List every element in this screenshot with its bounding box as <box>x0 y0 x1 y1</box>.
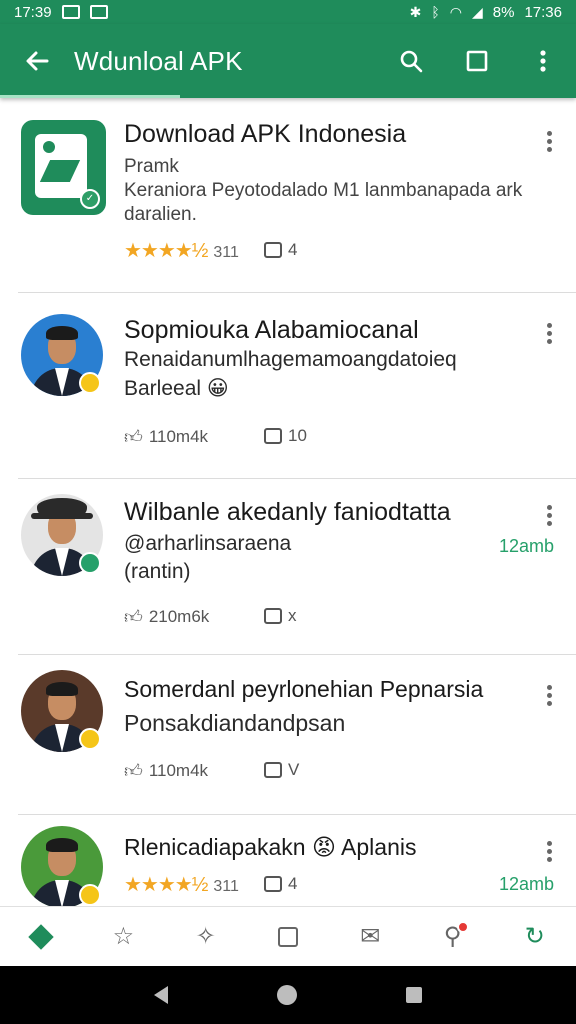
list-item[interactable]: Wilbanle akedanly faniodtatta @arharlins… <box>0 480 576 656</box>
star-rating-icon: ★★★★½ <box>124 874 208 896</box>
more-vert-icon[interactable] <box>542 128 556 155</box>
rating-stars: ★★★★½ 311 <box>124 238 239 263</box>
inbox-icon[interactable] <box>266 915 310 959</box>
share-icon <box>264 242 282 258</box>
item-title: Rlenicadiapakakn 😡 Aplanis <box>124 834 417 860</box>
like-count: 210m6k <box>148 607 210 626</box>
avatar[interactable] <box>21 494 103 576</box>
item-subtitle: Pramk <box>124 156 179 177</box>
status-time-left: 17:39 <box>14 3 52 21</box>
star-icon[interactable]: ☆ <box>101 915 145 959</box>
verified-badge-icon <box>79 372 101 394</box>
divider <box>18 654 576 655</box>
battery-level: 8% <box>492 3 515 21</box>
home-diamond-icon[interactable] <box>19 915 63 959</box>
more-vert-icon[interactable] <box>510 24 576 98</box>
avatar[interactable] <box>21 670 103 752</box>
item-title: Somerdanl peyrlonehian Pepnarsia <box>124 676 484 702</box>
rating-stars: ★★★★½ 311 <box>124 872 239 897</box>
item-time: 12amb <box>498 536 554 556</box>
wifi-icon: ◠ <box>449 3 462 20</box>
bluetooth-icon: ᛒ <box>431 4 440 20</box>
item-description: Ponsakdiandandpsan <box>124 710 346 736</box>
share-meta[interactable]: 4 <box>264 240 297 260</box>
share-count: 4 <box>288 874 298 893</box>
rating-count: 311 <box>213 244 239 261</box>
item-title: Sopmiouka Alabamiocanal <box>124 316 419 344</box>
divider <box>18 478 576 479</box>
avatar[interactable] <box>21 314 103 396</box>
square-icon[interactable] <box>444 24 510 98</box>
arrow-left-icon[interactable] <box>0 24 74 98</box>
more-vert-icon[interactable] <box>542 838 556 865</box>
more-vert-icon[interactable] <box>542 502 556 529</box>
list-item[interactable]: ✓ Download APK Indonesia Pramk Keraniora… <box>0 98 576 294</box>
item-description-2: daralien. <box>124 204 197 225</box>
thumb-up-icon: 👍︎ <box>124 607 143 627</box>
like-meta[interactable]: 👍︎ 110m4k <box>124 760 208 782</box>
share-icon <box>264 876 282 892</box>
comment-meta[interactable]: V <box>264 760 299 780</box>
refresh-icon[interactable]: ↻ <box>513 915 557 959</box>
comment-meta[interactable]: x <box>264 606 297 626</box>
notification-icon-2 <box>89 5 108 19</box>
star-rating-icon: ★★★★½ <box>124 240 208 262</box>
comment-count: x <box>288 606 297 625</box>
more-vert-icon[interactable] <box>542 320 556 347</box>
item-description: Renaidanumlhagemamoangdatoieq <box>124 348 457 371</box>
system-back-icon[interactable] <box>154 986 169 1004</box>
list-item[interactable]: Somerdanl peyrlonehian Pepnarsia Ponsakd… <box>0 656 576 816</box>
comment-icon <box>264 762 282 778</box>
item-description-2: Barleeal 😀 <box>124 377 229 400</box>
rating-count: 311 <box>213 878 239 895</box>
share-count: 4 <box>288 240 298 259</box>
comment-count: V <box>288 760 300 779</box>
status-time-right: 17:36 <box>524 3 562 21</box>
item-description: Keraniora Peyotodalado M1 lanmbanapada a… <box>124 180 523 201</box>
nfc-icon: ✱ <box>409 3 422 20</box>
verified-badge-icon <box>79 552 101 574</box>
signal-icon: ◢ <box>471 3 483 20</box>
comment-icon <box>264 608 282 624</box>
search-icon[interactable] <box>378 24 444 98</box>
verified-badge-icon <box>79 728 101 750</box>
mic-icon[interactable]: ⚲ <box>431 915 475 959</box>
like-count: 110m4k <box>148 427 209 446</box>
thumb-up-icon: 👍︎ <box>124 761 143 781</box>
item-time: 12amb <box>498 874 554 894</box>
more-vert-icon[interactable] <box>542 682 556 709</box>
page-title: Wdunloal APK <box>74 45 243 76</box>
verified-badge-icon: ✓ <box>80 189 100 209</box>
feed-list: ✓ Download APK Indonesia Pramk Keraniora… <box>0 98 576 906</box>
avatar[interactable] <box>21 826 103 906</box>
like-meta[interactable]: 👍︎ 110m4k <box>124 426 208 448</box>
status-bar: 17:39 ✱ ᛒ ◠ ◢ 8% 17:36 <box>0 0 576 24</box>
pin-icon[interactable]: ✧ <box>184 915 228 959</box>
thumb-up-icon: 👍︎ <box>124 427 143 447</box>
system-recents-icon[interactable] <box>405 987 422 1003</box>
system-nav-bar <box>0 966 576 1024</box>
list-item[interactable]: Sopmiouka Alabamiocanal Renaidanumlhagem… <box>0 294 576 480</box>
item-description: (rantin) <box>124 560 191 583</box>
app-logo: ✓ <box>21 120 106 215</box>
comment-icon <box>264 428 282 444</box>
item-title: Wilbanle akedanly faniodtatta <box>124 498 451 526</box>
app-bar: Wdunloal APK <box>0 24 576 98</box>
mail-icon[interactable]: ✉ <box>348 915 392 959</box>
comment-count: 10 <box>288 426 307 445</box>
like-count: 110m4k <box>148 761 209 780</box>
share-meta[interactable]: 4 <box>264 874 297 894</box>
notification-dot <box>456 920 469 933</box>
divider <box>18 292 576 293</box>
item-title: Download APK Indonesia <box>124 120 407 148</box>
notification-icon <box>61 5 80 19</box>
list-item[interactable]: Rlenicadiapakakn 😡 Aplanis ★★★★½ 311 4 12… <box>0 816 576 906</box>
divider <box>18 814 576 815</box>
bottom-nav: ☆ ✧ ✉ ⚲ ↻ <box>0 906 576 966</box>
item-handle: @arharlinsaraena <box>124 532 292 555</box>
like-meta[interactable]: 👍︎ 210m6k <box>124 606 209 628</box>
system-home-icon[interactable] <box>276 985 297 1005</box>
verified-badge-icon <box>79 884 101 906</box>
comment-meta[interactable]: 10 <box>264 426 307 446</box>
